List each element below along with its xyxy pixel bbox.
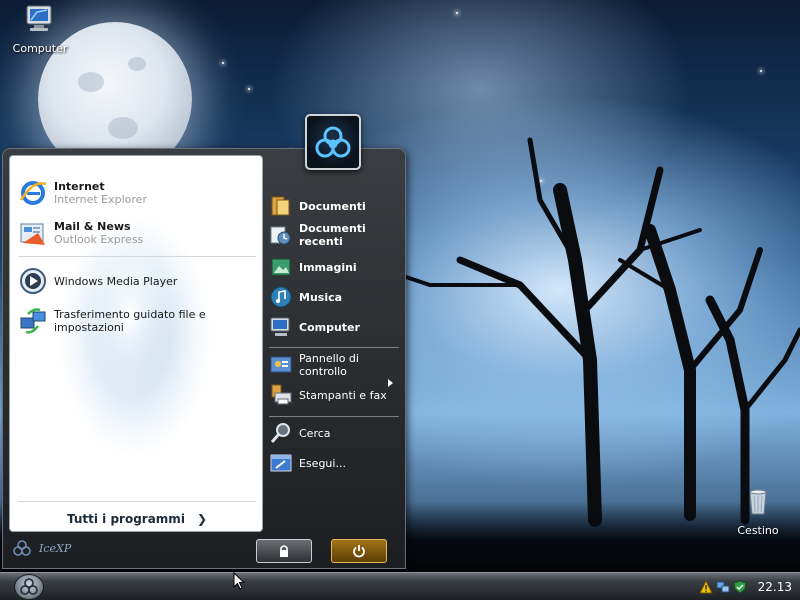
computer-icon [270,317,290,336]
warning-icon[interactable] [698,580,713,594]
power-icon [353,545,365,558]
desktop-icon-computer[interactable]: Computer [4,2,76,55]
taskbar: 22.13 [0,572,800,600]
security-shield-icon[interactable] [733,580,747,594]
place-recent-documents[interactable]: Documenti recenti [269,222,379,248]
separator [269,416,399,417]
place-music[interactable]: Musica [269,285,342,309]
recent-documents-icon [270,226,291,245]
network-icon[interactable] [716,580,730,594]
system-label: Stampanti e fax [299,388,387,402]
system-label: Pannello di controllo [299,352,359,378]
place-label: Immagini [299,260,357,274]
desktop-icon-label: Computer [12,42,68,55]
submenu-arrow-icon [388,379,393,387]
program-label: Trasferimento guidato file e impostazion… [54,308,206,334]
icexp-logo: IceXP [9,537,71,559]
system-tray: 22.13 [698,573,792,600]
place-documents[interactable]: Documenti [269,194,366,218]
music-folder-icon [270,286,292,308]
run-icon [270,454,292,472]
program-label: Windows Media Player [54,274,178,288]
desktop-icon-trash[interactable]: Cestino [722,484,794,537]
all-programs-label: Tutti i programmi [66,512,185,526]
desktop-icon-label: Cestino [737,524,779,537]
all-programs-button[interactable]: Tutti i programmi ❯ [18,508,256,530]
place-label: Musica [299,290,343,304]
trees-silhouette [400,137,800,527]
biohazard-start-icon [20,578,38,595]
program-subtitle: Internet Explorer [54,193,147,206]
computer-icon [26,5,52,31]
lock-button[interactable] [256,539,312,563]
program-media-player[interactable]: Windows Media Player [18,264,177,298]
chevron-right-icon: ❯ [196,512,207,526]
start-menu-programs-pane: Internet Internet Explorer Mail & News O… [9,155,263,532]
control-panel-item[interactable]: Pannello di controllo [269,352,369,378]
pictures-folder-icon [271,258,291,276]
place-label: Documenti [299,199,366,213]
separator [18,501,256,502]
start-button[interactable] [14,574,44,600]
program-file-transfer[interactable]: Trasferimento guidato file e impostazion… [18,304,262,338]
biohazard-logo-icon [13,540,31,556]
separator [18,256,256,257]
clock[interactable]: 22.13 [758,580,792,594]
brand-text: IceXP [39,541,72,555]
start-menu: Internet Internet Explorer Mail & News O… [2,148,406,569]
internet-explorer-icon [19,181,47,205]
user-picture[interactable] [305,114,361,170]
place-label: Computer [299,320,360,334]
run-item[interactable]: Esegui... [269,451,346,475]
lock-icon [280,545,288,557]
control-panel-icon [270,356,292,373]
search-item[interactable]: Cerca [269,421,331,445]
program-internet[interactable]: Internet Internet Explorer [18,176,147,210]
documents-folder-icon [271,196,290,216]
place-pictures[interactable]: Immagini [269,255,357,279]
search-icon [270,423,290,443]
power-button[interactable] [331,539,387,563]
printers-item[interactable]: Stampanti e fax [269,383,387,407]
program-subtitle: Outlook Express [54,233,144,246]
printer-icon [271,384,292,405]
system-label: Cerca [299,426,331,440]
program-title: Mail & News [54,220,131,233]
media-player-icon [20,268,46,294]
mouse-cursor-icon [233,572,245,590]
recycle-bin-icon [749,489,767,515]
system-label: Esegui... [299,456,346,470]
place-label: Documenti recenti [299,222,366,248]
program-title: Internet [54,180,105,193]
biohazard-icon [315,126,351,158]
program-mail-news[interactable]: Mail & News Outlook Express [18,216,143,250]
outlook-express-icon [20,223,45,245]
separator [269,347,399,348]
file-transfer-wizard-icon [20,308,46,334]
place-computer[interactable]: Computer [269,315,360,339]
